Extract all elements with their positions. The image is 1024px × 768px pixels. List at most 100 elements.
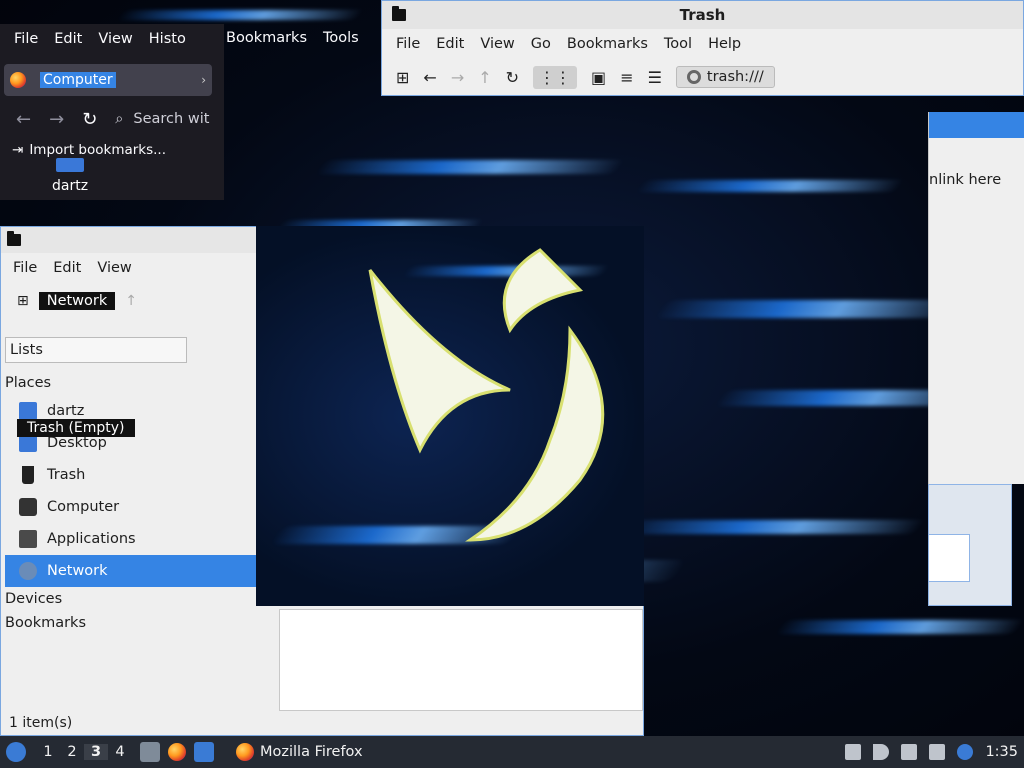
forward-icon[interactable]: → <box>451 68 464 87</box>
network-status-icon[interactable] <box>929 744 946 760</box>
icon-view-icon[interactable]: ⋮⋮ <box>533 65 578 89</box>
sidebar-item-trash[interactable]: Trash <box>5 459 257 491</box>
firefox-menubar-overflow: Bookmarks Tools <box>216 30 359 46</box>
trash-icon <box>22 466 34 484</box>
new-tab-icon[interactable]: ⊞ <box>396 68 409 87</box>
firefox-menubar: File Edit View Histo <box>0 24 224 54</box>
sidebar-item-label: Computer <box>47 499 120 515</box>
menu-tool[interactable]: Tool <box>656 36 700 52</box>
home-folder-icon <box>19 402 37 420</box>
clipboard-icon[interactable] <box>901 744 918 760</box>
url-bar[interactable]: ⌕ Search wit <box>115 111 209 127</box>
file-view[interactable] <box>279 609 643 711</box>
firefox-window[interactable]: File Edit View Histo Computer › ← → ↻ ⌕ … <box>0 24 224 200</box>
trash-window[interactable]: Trash File Edit View Go Bookmarks Tool H… <box>381 0 1024 96</box>
firefox-navbar: ← → ↻ ⌕ Search wit <box>0 104 224 134</box>
menu-tools[interactable]: Tools <box>323 30 359 46</box>
search-placeholder: Search wit <box>133 111 210 127</box>
desktop-switch-4[interactable]: 4 <box>108 744 132 760</box>
start-menu-icon[interactable] <box>6 742 26 762</box>
menu-help[interactable]: Help <box>700 36 749 52</box>
volume-icon[interactable] <box>873 744 890 760</box>
location-path: trash:/// <box>706 69 764 85</box>
sidebar-item-label: Applications <box>47 531 136 547</box>
detailed-view-icon[interactable]: ☰ <box>648 68 662 87</box>
menu-view[interactable]: View <box>89 260 139 276</box>
tab-title: Computer <box>40 72 116 88</box>
file-manager-launcher-icon[interactable] <box>140 742 160 762</box>
taskbar-task-firefox[interactable]: Mozilla Firefox <box>228 737 371 767</box>
applications-icon <box>19 530 37 548</box>
menu-bookmarks[interactable]: Bookmarks <box>226 30 307 46</box>
side-pane-mode-select[interactable]: Lists <box>5 337 187 363</box>
desktop-switch-2[interactable]: 2 <box>60 744 84 760</box>
sidebar-item-label: Desktop <box>47 435 107 451</box>
show-desktop-icon[interactable] <box>194 742 214 762</box>
menu-edit[interactable]: Edit <box>45 260 89 276</box>
up-icon[interactable]: ↑ <box>478 68 491 87</box>
desktop-icon-label: dartz <box>52 178 89 194</box>
clock[interactable]: 1:35 <box>985 744 1018 760</box>
trash-location-icon <box>686 70 701 84</box>
desktop-switch-3[interactable]: 3 <box>84 744 108 760</box>
compact-view-icon[interactable]: ≡ <box>620 68 633 87</box>
menu-go[interactable]: Go <box>523 36 559 52</box>
create-symlink-text: nlink here <box>929 172 1002 188</box>
task-label: Mozilla Firefox <box>260 744 363 760</box>
menu-file[interactable]: File <box>5 260 45 276</box>
firefox-launcher-icon[interactable] <box>168 743 186 761</box>
tab-scroll-icon[interactable]: › <box>201 73 206 87</box>
distro-logo-overlay-icon <box>368 248 605 542</box>
menu-history[interactable]: Histo <box>141 31 194 47</box>
import-bookmarks-label: Import bookmarks... <box>29 142 167 158</box>
menu-file[interactable]: File <box>6 31 46 47</box>
menu-file[interactable]: File <box>388 36 428 52</box>
folder-icon <box>7 231 21 246</box>
updates-icon[interactable] <box>845 744 862 760</box>
devices-header[interactable]: Devices <box>5 587 257 611</box>
home-folder-icon <box>56 158 85 172</box>
location-label: Network <box>38 292 116 310</box>
firefox-logo-icon <box>10 72 26 88</box>
forward-icon[interactable]: → <box>49 109 64 130</box>
firefox-tab[interactable]: Computer › <box>4 64 212 96</box>
up-icon[interactable]: ↑ <box>125 293 137 309</box>
menu-view[interactable]: View <box>90 31 140 47</box>
trash-menubar: File Edit View Go Bookmarks Tool Help <box>382 29 1023 59</box>
sidebar-item-label: Network <box>47 563 108 579</box>
sidebar-item-label: Trash <box>47 467 86 483</box>
menu-edit[interactable]: Edit <box>428 36 472 52</box>
places-header: Places <box>5 375 52 391</box>
sidebar-item-label: dartz <box>47 403 85 419</box>
status-bar: 1 item(s) <box>9 715 73 731</box>
menu-view[interactable]: View <box>472 36 522 52</box>
reload-icon[interactable]: ↻ <box>506 68 519 87</box>
background-input-box <box>928 534 970 582</box>
back-icon[interactable]: ← <box>423 68 436 87</box>
back-icon[interactable]: ← <box>16 109 31 130</box>
sidebar-item-computer[interactable]: Computer <box>5 491 257 523</box>
firefox-logo-icon <box>236 743 254 761</box>
network-icon <box>19 562 37 580</box>
import-icon: ⇥ <box>12 142 24 158</box>
background-window[interactable]: nlink here <box>928 112 1024 484</box>
computer-icon <box>19 498 37 516</box>
trash-titlebar[interactable]: Trash <box>382 1 1023 29</box>
reload-icon[interactable]: ↻ <box>82 109 97 130</box>
background-window-header <box>929 112 1024 138</box>
desktop-icon-home[interactable]: dartz <box>52 158 88 194</box>
new-tab-icon[interactable]: ⊞ <box>17 293 29 309</box>
notification-icon[interactable] <box>957 744 974 760</box>
trash-toolbar: ⊞ ← → ↑ ↻ ⋮⋮ ▣ ≡ ☰ trash:/// <box>382 59 1023 95</box>
sidebar-item-applications[interactable]: Applications <box>5 523 257 555</box>
import-bookmarks-link[interactable]: ⇥ Import bookmarks... <box>12 142 166 158</box>
menu-bookmarks[interactable]: Bookmarks <box>559 36 656 52</box>
menu-edit[interactable]: Edit <box>46 31 90 47</box>
thumbnail-view-icon[interactable]: ▣ <box>591 68 606 87</box>
system-tray: 1:35 <box>845 744 1018 760</box>
bookmarks-header[interactable]: Bookmarks <box>5 611 257 635</box>
desktop-switch-1[interactable]: 1 <box>36 744 60 760</box>
location-bar[interactable]: trash:/// <box>675 66 775 88</box>
search-icon: ⌕ <box>115 111 124 127</box>
sidebar-item-network[interactable]: Network <box>5 555 257 587</box>
